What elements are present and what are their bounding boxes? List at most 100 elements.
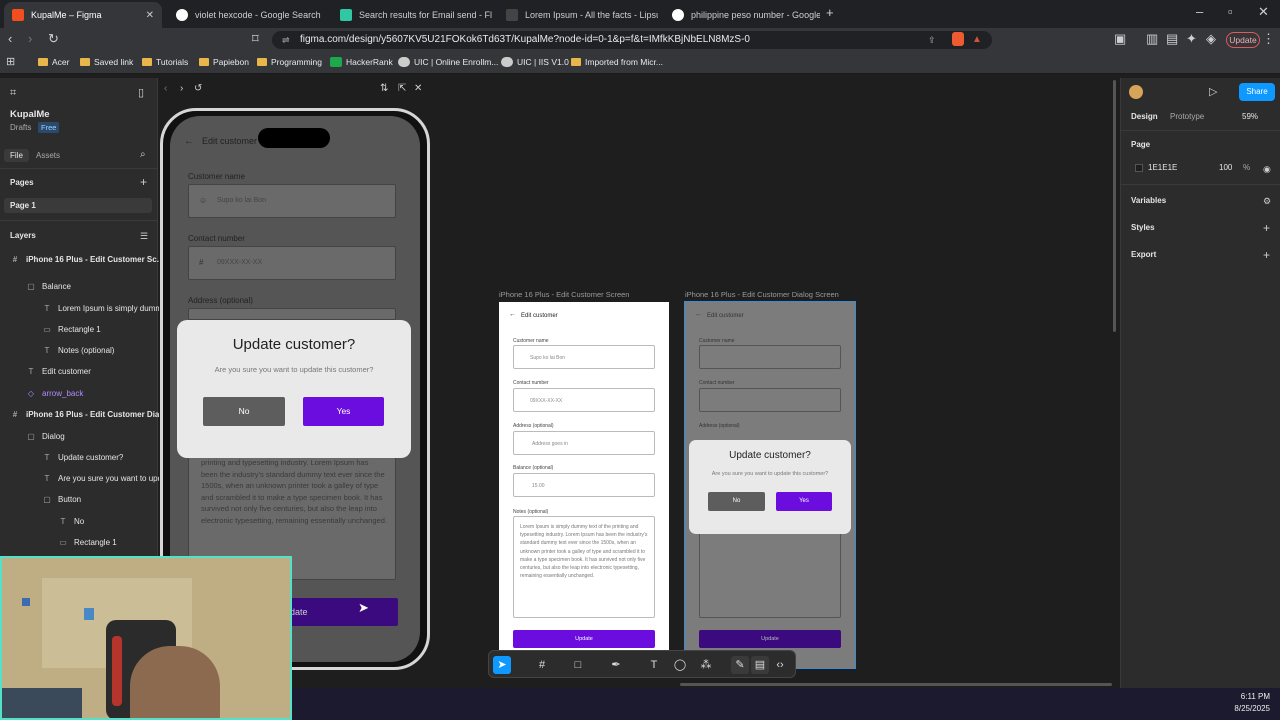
rectangle-tool-icon[interactable]: □ [569, 656, 587, 674]
share-page-icon[interactable]: ⇪ [928, 31, 936, 49]
move-tool-icon[interactable]: ➤ [493, 656, 511, 674]
layer-button[interactable]: ▢ Button [42, 495, 81, 504]
layer-notes[interactable]: T Notes (optional) [42, 346, 115, 355]
bookmark-uic-iis[interactable]: UIC | IIS V1.0 [501, 57, 569, 67]
bookmark-imported[interactable]: Imported from Micr... [571, 57, 663, 67]
draw-tool-icon[interactable]: ✎ [731, 656, 749, 674]
tab-design[interactable]: Design [1131, 112, 1158, 121]
frame-edit-customer[interactable]: ← Edit customer Customer name Supo ko la… [499, 302, 669, 668]
avatar[interactable] [1129, 85, 1143, 99]
frame-edit-customer-dialog[interactable]: ← Edit customer Customer name Contact nu… [684, 301, 856, 669]
eye-icon[interactable]: ◉ [1263, 162, 1271, 176]
restart-icon[interactable]: ↺ [194, 82, 202, 96]
bookmark-tutorials[interactable]: Tutorials [142, 57, 188, 67]
layer-edit-customer[interactable]: T Edit customer [26, 367, 91, 376]
layer-balance[interactable]: ▢ Balance [26, 282, 71, 291]
zoom-level[interactable]: 59% [1242, 112, 1258, 121]
layer-update-customer[interactable]: T Update customer? [42, 453, 124, 462]
url-field[interactable]: ⇌ figma.com/design/y5607KV5U21FOKok6Td63… [272, 31, 992, 49]
yes-button[interactable]: Yes [303, 397, 384, 426]
close-window-icon[interactable]: ✕ [1258, 5, 1269, 19]
dev-mode-icon[interactable]: ‹› [771, 656, 789, 674]
page-item-1[interactable]: Page 1 [4, 198, 152, 213]
close-icon[interactable]: ✕ [414, 82, 422, 96]
customer-name-field[interactable]: ☺ Supo ko lai Bon [188, 184, 396, 218]
update-browser-button[interactable]: Update [1226, 32, 1260, 48]
list-icon[interactable]: ☰ [140, 229, 148, 243]
frame2-label[interactable]: iPhone 16 Plus - Edit Customer Dialog Sc… [685, 290, 839, 299]
back-icon[interactable]: ‹ [8, 32, 12, 46]
variables-icon[interactable]: ⚙ [1263, 194, 1271, 208]
layer-frame-dialog[interactable]: # iPhone 16 Plus - Edit Customer Dialog [10, 410, 172, 419]
bookmark-uic-enrollment[interactable]: UIC | Online Enrollm... [398, 57, 498, 67]
options-icon[interactable]: ⇅ [380, 82, 388, 96]
no-button[interactable]: No [203, 397, 285, 426]
page-opacity[interactable]: 100 [1219, 163, 1232, 172]
actions-tool-icon[interactable]: ⁂ [697, 656, 715, 674]
play-icon[interactable]: ▷ [1209, 85, 1217, 99]
screenshot-icon[interactable]: ▣ [1114, 32, 1126, 46]
pen-tool-icon[interactable]: ✒ [607, 656, 625, 674]
maximize-icon[interactable]: ▫ [1228, 5, 1233, 19]
design-mode-icon[interactable]: ▤ [751, 656, 769, 674]
address-field[interactable] [188, 308, 396, 320]
site-info-icon[interactable]: ⇌ [282, 31, 290, 49]
brave-shield-icon[interactable] [952, 32, 964, 46]
layer-are-you-sure[interactable]: T Are you sure you want to upd [42, 474, 163, 483]
search-icon[interactable]: ⌕ [140, 148, 146, 162]
layer-rectangle-1[interactable]: ▭ Rectangle 1 [42, 325, 100, 334]
bookmark-acer[interactable]: Acer [38, 57, 69, 67]
add-export-icon[interactable]: + [1263, 248, 1270, 262]
arrow-back-icon[interactable]: ← [184, 136, 194, 147]
apps-grid-icon[interactable]: ⊞ [6, 55, 15, 69]
page-color-value[interactable]: 1E1E1E [1148, 163, 1177, 172]
tab-lipsum[interactable]: Lorem Ipsum - All the facts - Lipsum [498, 2, 658, 28]
layer-dialog[interactable]: ▢ Dialog [26, 432, 64, 441]
horizontal-scrollbar[interactable] [680, 683, 1112, 686]
tab-violet[interactable]: violet hexcode - Google Search [168, 2, 328, 28]
text-tool-icon[interactable]: T [645, 656, 663, 674]
tab-prototype[interactable]: Prototype [1170, 112, 1204, 121]
layer-frame-edit-customer[interactable]: # iPhone 16 Plus - Edit Customer Sc... [10, 255, 164, 264]
bookmark-papiebon[interactable]: Papiebon [199, 57, 249, 67]
forward-icon[interactable]: › [28, 32, 32, 46]
back-icon[interactable]: ‹ [164, 82, 167, 96]
bookmark-hackerrank[interactable]: HackerRank [330, 57, 393, 67]
page-color-swatch[interactable] [1135, 164, 1143, 172]
reload-icon[interactable]: ↻ [48, 32, 59, 46]
layer-no[interactable]: T No [58, 517, 85, 526]
sidebar-icon[interactable]: ▥ [1146, 32, 1158, 46]
comment-tool-icon[interactable]: ◯ [671, 656, 689, 674]
minimize-icon[interactable]: – [1196, 5, 1203, 19]
open-external-icon[interactable]: ⇱ [398, 82, 406, 96]
layer-rectangle-1-b[interactable]: ▭ Rectangle 1 [58, 538, 116, 547]
tab-figma[interactable]: KupalMe – Figma ✕ [4, 2, 162, 28]
tab-flaticon[interactable]: Search results for Email send - Flatic [332, 2, 492, 28]
rewards-icon[interactable]: ▲ [972, 31, 982, 49]
vertical-scrollbar[interactable] [1113, 80, 1116, 332]
bookmark-icon[interactable]: ⌑ [252, 32, 259, 46]
tab-file[interactable]: File [4, 149, 29, 162]
figma-menu-icon[interactable]: ⌗ [10, 86, 16, 100]
frame1-label[interactable]: iPhone 16 Plus - Edit Customer Screen [499, 290, 629, 299]
panel-toggle-icon[interactable]: ▯ [138, 86, 144, 100]
new-tab-icon[interactable]: + [826, 6, 834, 20]
menu-icon[interactable]: ⋮ [1262, 32, 1275, 46]
contact-field[interactable]: # 09XXX-XX-XX [188, 246, 396, 280]
wallet-icon[interactable]: ▤ [1166, 32, 1178, 46]
file-name[interactable]: KupalMe [10, 109, 50, 120]
layer-arrow-back[interactable]: ◇ arrow_back [26, 389, 83, 398]
add-page-icon[interactable]: + [140, 175, 147, 189]
forward-icon[interactable]: › [180, 82, 183, 96]
bookmark-saved-link[interactable]: Saved link [80, 57, 133, 67]
add-style-icon[interactable]: + [1263, 221, 1270, 235]
frame-tool-icon[interactable]: # [533, 656, 551, 674]
close-icon[interactable]: ✕ [146, 10, 154, 21]
tab-peso[interactable]: philippine peso number - Google Se [664, 2, 820, 28]
tab-assets[interactable]: Assets [36, 151, 60, 160]
leo-icon[interactable]: ✦ [1186, 32, 1197, 46]
vpn-icon[interactable]: ◈ [1206, 32, 1216, 46]
bookmark-programming[interactable]: Programming [257, 57, 322, 67]
share-button[interactable]: Share [1239, 83, 1275, 101]
layer-lorem-ipsum[interactable]: T Lorem Ipsum is simply dumm [42, 304, 162, 313]
